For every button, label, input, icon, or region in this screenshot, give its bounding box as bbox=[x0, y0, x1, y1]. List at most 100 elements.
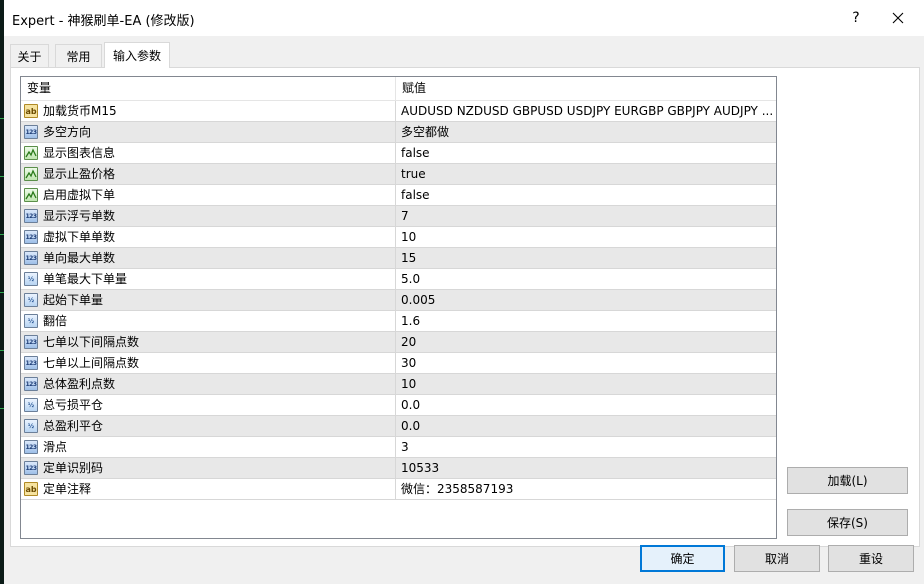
cell-separator bbox=[395, 248, 396, 268]
parameter-name: 滑点 bbox=[43, 440, 68, 454]
parameter-row[interactable]: 显示止盈价格 true bbox=[21, 164, 776, 185]
parameter-value[interactable]: 1.6 bbox=[401, 311, 773, 331]
cell-separator bbox=[395, 185, 396, 205]
parameter-value[interactable]: AUDUSD NZDUSD GBPUSD USDJPY EURGBP GBPJP… bbox=[401, 101, 773, 121]
cancel-button[interactable]: 取消 bbox=[734, 545, 820, 572]
parameter-row[interactable]: 123 显示浮亏单数 7 bbox=[21, 206, 776, 227]
parameter-value[interactable]: 3 bbox=[401, 437, 773, 457]
help-button[interactable]: ? bbox=[840, 0, 872, 36]
parameter-value[interactable]: 0.0 bbox=[401, 416, 773, 436]
parameter-row[interactable]: 123 多空方向 多空都做 bbox=[21, 122, 776, 143]
parameter-name: 加载货币M15 bbox=[43, 104, 117, 118]
save-button[interactable]: 保存(S) bbox=[787, 509, 908, 536]
parameter-value[interactable]: 微信：2358587193 bbox=[401, 479, 773, 499]
parameter-value[interactable]: 多空都做 bbox=[401, 122, 773, 142]
load-button[interactable]: 加载(L) bbox=[787, 467, 908, 494]
parameter-value[interactable]: 10 bbox=[401, 227, 773, 247]
parameter-name: 单笔最大下单量 bbox=[43, 272, 128, 286]
parameter-value[interactable]: 0.0 bbox=[401, 395, 773, 415]
cell-separator bbox=[395, 479, 396, 499]
parameter-row[interactable]: 123 单向最大单数 15 bbox=[21, 248, 776, 269]
parameter-row[interactable]: ½ 起始下单量 0.005 bbox=[21, 290, 776, 311]
parameter-value[interactable]: 20 bbox=[401, 332, 773, 352]
cell-separator bbox=[395, 353, 396, 373]
parameter-row[interactable]: 显示图表信息 false bbox=[21, 143, 776, 164]
string-type-icon: ab bbox=[24, 482, 38, 496]
parameter-value[interactable]: 10533 bbox=[401, 458, 773, 478]
double-type-icon: ½ bbox=[24, 398, 38, 412]
close-icon bbox=[892, 12, 904, 24]
column-header-value[interactable]: 赋值 bbox=[396, 77, 426, 100]
cell-separator bbox=[395, 311, 396, 331]
cell-separator bbox=[395, 374, 396, 394]
parameter-name: 定单注释 bbox=[43, 482, 92, 496]
double-type-icon: ½ bbox=[24, 293, 38, 307]
parameter-value[interactable]: 10 bbox=[401, 374, 773, 394]
integer-type-icon: 123 bbox=[24, 335, 38, 349]
column-header-variable[interactable]: 变量 bbox=[21, 77, 51, 100]
reset-button-label: 重设 bbox=[858, 552, 883, 566]
parameter-row[interactable]: ½ 翻倍 1.6 bbox=[21, 311, 776, 332]
parameter-value[interactable]: 15 bbox=[401, 248, 773, 268]
cell-separator bbox=[395, 164, 396, 184]
parameter-value[interactable]: 7 bbox=[401, 206, 773, 226]
tab-about-label: 关于 bbox=[17, 49, 42, 64]
parameter-value[interactable]: false bbox=[401, 143, 773, 163]
integer-type-icon: 123 bbox=[24, 209, 38, 223]
parameter-name: 单向最大单数 bbox=[43, 251, 116, 265]
parameter-name: 显示图表信息 bbox=[43, 146, 116, 160]
load-button-label: 加载(L) bbox=[827, 474, 868, 488]
cell-separator bbox=[395, 458, 396, 478]
tab-about[interactable]: 关于 bbox=[10, 44, 49, 67]
close-button[interactable] bbox=[876, 0, 920, 36]
save-button-label: 保存(S) bbox=[827, 516, 868, 530]
parameter-name: 定单识别码 bbox=[43, 461, 104, 475]
parameters-grid[interactable]: 变量 赋值 ab 加载货币M15 AUDUSD NZDUSD GBPUSD USDJ… bbox=[20, 76, 777, 539]
cell-separator bbox=[395, 227, 396, 247]
parameter-row[interactable]: 123 定单识别码 10533 bbox=[21, 458, 776, 479]
parameter-value[interactable]: 5.0 bbox=[401, 269, 773, 289]
tab-inputs[interactable]: 输入参数 bbox=[104, 42, 170, 68]
parameter-name: 总盈利平仓 bbox=[43, 419, 104, 433]
parameter-row[interactable]: ½ 总盈利平仓 0.0 bbox=[21, 416, 776, 437]
parameter-row[interactable]: 123 虚拟下单单数 10 bbox=[21, 227, 776, 248]
parameter-value[interactable]: true bbox=[401, 164, 773, 184]
parameter-value[interactable]: false bbox=[401, 185, 773, 205]
string-type-icon: ab bbox=[24, 104, 38, 118]
tab-common[interactable]: 常用 bbox=[55, 44, 102, 67]
integer-type-icon: 123 bbox=[24, 461, 38, 475]
parameter-row[interactable]: 启用虚拟下单 false bbox=[21, 185, 776, 206]
parameter-name: 七单以下间隔点数 bbox=[43, 335, 140, 349]
integer-type-icon: 123 bbox=[24, 251, 38, 265]
cell-separator bbox=[395, 269, 396, 289]
parameter-value[interactable]: 0.005 bbox=[401, 290, 773, 310]
parameter-row[interactable]: 123 总体盈利点数 10 bbox=[21, 374, 776, 395]
reset-button[interactable]: 重设 bbox=[828, 545, 914, 572]
window-title: Expert - 神猴刷单-EA (修改版) bbox=[12, 14, 195, 29]
parameter-row[interactable]: 123 七单以上间隔点数 30 bbox=[21, 353, 776, 374]
parameter-name: 显示浮亏单数 bbox=[43, 209, 116, 223]
cell-separator bbox=[395, 437, 396, 457]
parameter-row[interactable]: ½ 总亏损平仓 0.0 bbox=[21, 395, 776, 416]
parameter-row[interactable]: ab 加载货币M15 AUDUSD NZDUSD GBPUSD USDJPY EUR… bbox=[21, 101, 776, 122]
integer-type-icon: 123 bbox=[24, 125, 38, 139]
integer-type-icon: 123 bbox=[24, 230, 38, 244]
ok-button[interactable]: 确定 bbox=[640, 545, 725, 572]
double-type-icon: ½ bbox=[24, 314, 38, 328]
double-type-icon: ½ bbox=[24, 272, 38, 286]
parameter-row[interactable]: ½ 单笔最大下单量 5.0 bbox=[21, 269, 776, 290]
grid-rows: ab 加载货币M15 AUDUSD NZDUSD GBPUSD USDJPY EUR… bbox=[21, 101, 776, 500]
parameter-name: 起始下单量 bbox=[43, 293, 104, 307]
parameter-row[interactable]: 123 滑点 3 bbox=[21, 437, 776, 458]
ok-button-label: 确定 bbox=[670, 552, 695, 566]
cell-separator bbox=[395, 143, 396, 163]
parameter-name: 总体盈利点数 bbox=[43, 377, 116, 391]
parameter-value[interactable]: 30 bbox=[401, 353, 773, 373]
parameter-row[interactable]: 123 七单以下间隔点数 20 bbox=[21, 332, 776, 353]
double-type-icon: ½ bbox=[24, 419, 38, 433]
parameter-name: 总亏损平仓 bbox=[43, 398, 104, 412]
parameter-name: 显示止盈价格 bbox=[43, 167, 116, 181]
parameter-row[interactable]: ab 定单注释 微信：2358587193 bbox=[21, 479, 776, 500]
boolean-type-icon bbox=[24, 146, 38, 160]
cell-separator bbox=[395, 122, 396, 142]
